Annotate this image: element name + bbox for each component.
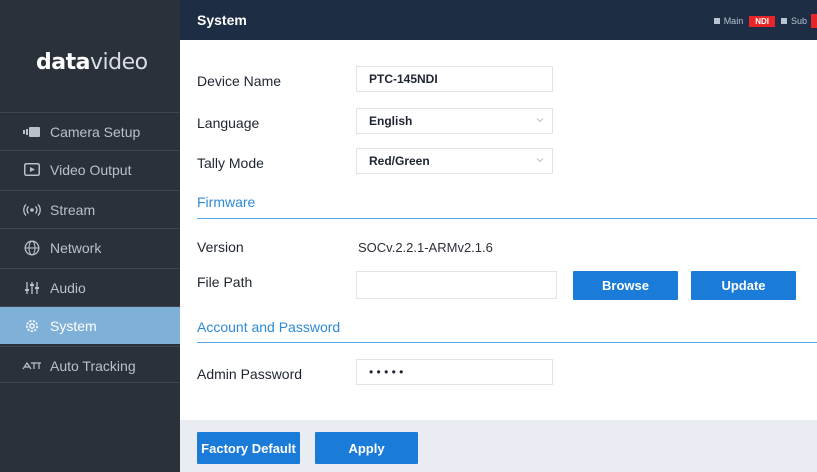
audio-sliders-icon [22, 280, 42, 296]
factory-default-button[interactable]: Factory Default [197, 432, 300, 464]
gear-icon [22, 318, 42, 334]
sub-indicator [811, 14, 817, 28]
file-path-input[interactable] [356, 271, 557, 299]
sidebar-item-label: Camera Setup [50, 123, 141, 140]
auto-tracking-icon [22, 358, 42, 374]
update-button[interactable]: Update [691, 271, 796, 300]
sidebar-item-stream[interactable]: Stream [0, 190, 180, 228]
tally-mode-select[interactable]: Red/Green [356, 148, 553, 174]
admin-password-input[interactable]: • • • • • [356, 359, 553, 385]
ndi-badge: NDI [749, 15, 775, 27]
legend-main: Main [723, 16, 744, 26]
browse-button[interactable]: Browse [573, 271, 678, 300]
firmware-section-title: Firmware [197, 194, 256, 210]
main-square-icon [713, 18, 720, 24]
firmware-section-divider [197, 218, 817, 219]
sub-square-icon [780, 18, 787, 24]
sidebar-item-auto-tracking[interactable]: Auto Tracking [0, 346, 180, 384]
sidebar-item-network[interactable]: Network [0, 228, 180, 266]
app-root: datavideo Camera Setup Video Output Stre… [0, 0, 817, 472]
file-path-label: File Path [197, 274, 253, 290]
chevron-down-icon [536, 158, 544, 163]
language-select[interactable]: English [356, 108, 553, 134]
logo-text-bold: data [36, 50, 90, 75]
sidebar-item-camera-setup[interactable]: Camera Setup [0, 112, 180, 150]
device-name-label: Device Name [197, 73, 282, 89]
version-label: Version [197, 239, 244, 255]
legend-sub: Sub [790, 16, 807, 26]
sidebar-item-label: Audio [50, 279, 86, 296]
sidebar-item-label: Network [50, 239, 102, 256]
stream-icon [22, 202, 42, 218]
video-output-icon [22, 162, 42, 178]
account-section-title: Account and Password [197, 319, 341, 335]
tally-mode-select-value: Red/Green [369, 154, 430, 168]
sidebar-item-label: Auto Tracking [50, 357, 136, 374]
camera-icon [22, 124, 42, 140]
sidebar-item-audio[interactable]: Audio [0, 268, 180, 306]
globe-icon [22, 240, 42, 256]
language-label: Language [197, 115, 260, 131]
datavideo-logo: datavideo [36, 50, 148, 75]
sidebar-item-label: Video Output [50, 161, 132, 178]
sidebar-item-video-output[interactable]: Video Output [0, 150, 180, 188]
sidebar: datavideo Camera Setup Video Output Stre… [0, 0, 180, 472]
device-name-input[interactable]: PTC-145NDI [356, 66, 553, 92]
admin-password-label: Admin Password [197, 366, 303, 382]
logo-text-light: video [89, 50, 148, 75]
page-title: System [197, 12, 247, 28]
account-section-divider [197, 342, 817, 343]
system-settings-panel: Device Name PTC-145NDI Language English … [180, 40, 817, 420]
chevron-down-icon [536, 118, 544, 123]
sidebar-item-label: System [50, 317, 97, 334]
language-select-value: English [369, 114, 413, 128]
sidebar-item-system[interactable]: System [0, 306, 180, 344]
sidebar-item-label: Stream [50, 201, 96, 218]
tally-mode-label: Tally Mode [197, 155, 264, 171]
sidebar-divider [0, 382, 180, 383]
apply-button[interactable]: Apply [315, 432, 418, 464]
output-legend: Main NDI Sub [713, 14, 817, 28]
header-bar: System Main NDI Sub [180, 0, 817, 40]
action-bar: Factory Default Apply [180, 420, 817, 472]
version-value: SOCv.2.2.1-ARMv2.1.6 [358, 240, 493, 255]
